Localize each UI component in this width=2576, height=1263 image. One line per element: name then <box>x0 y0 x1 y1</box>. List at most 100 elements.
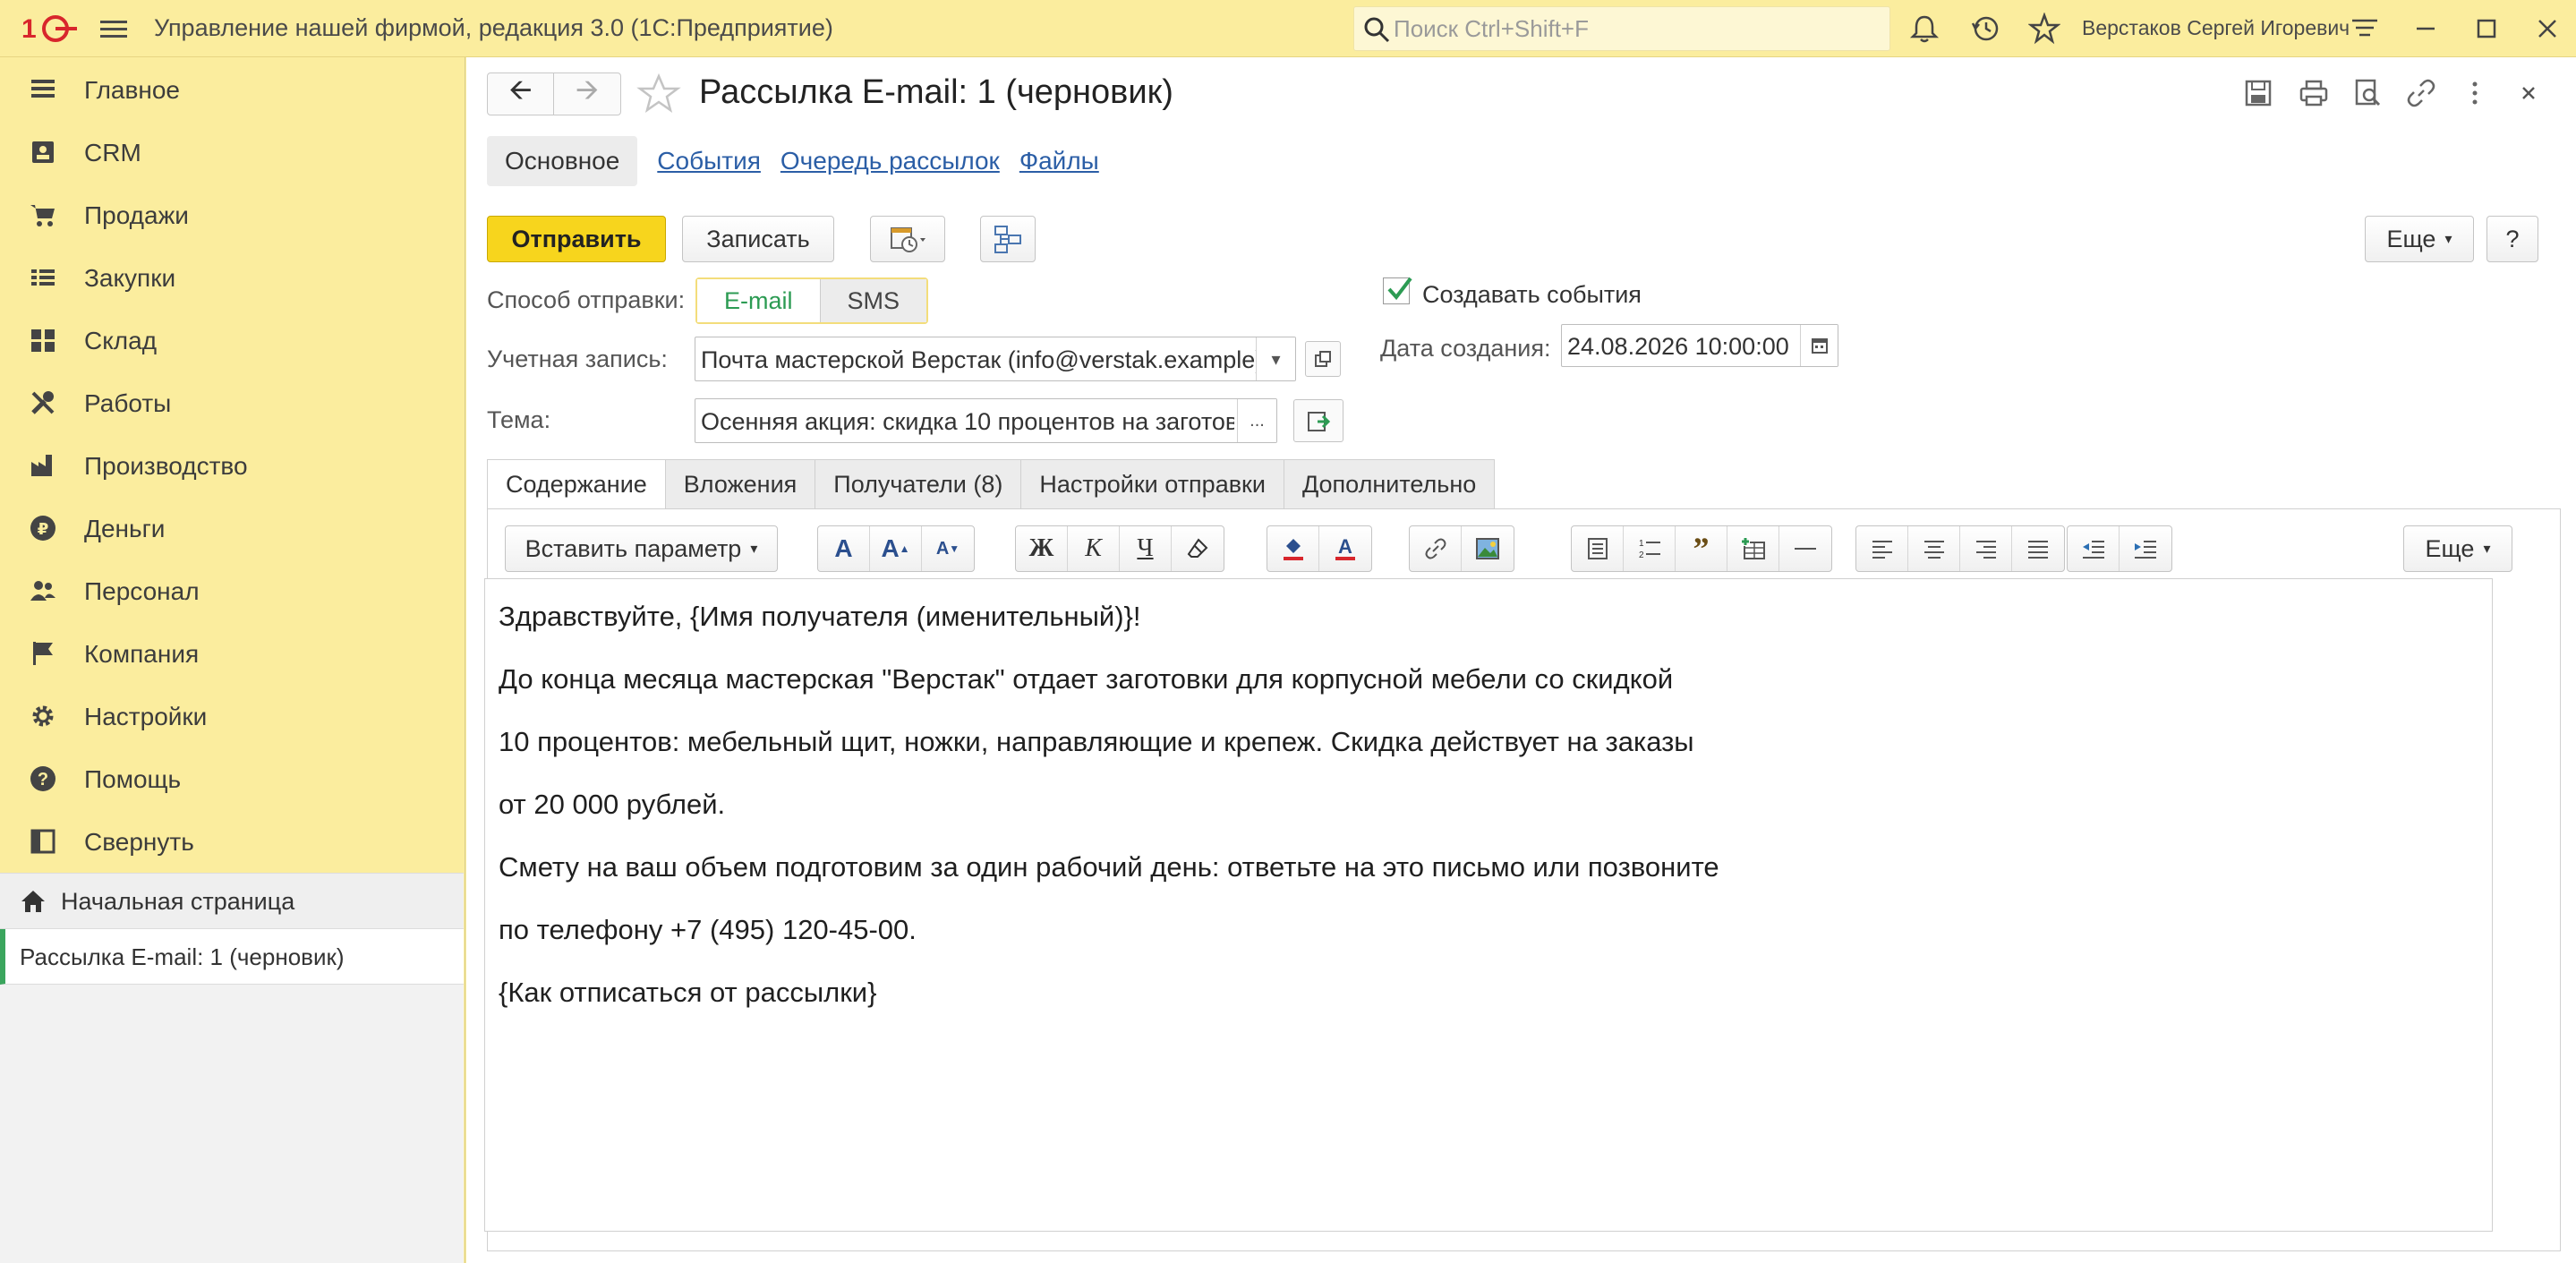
sidebar-item-sales[interactable]: Продажи <box>0 183 464 246</box>
home-icon <box>21 891 45 912</box>
highlight-color-icon[interactable] <box>1267 526 1319 571</box>
search-input[interactable] <box>1394 13 1877 45</box>
tab-attachments[interactable]: Вложения <box>664 459 816 509</box>
add-to-favorites-icon[interactable] <box>636 72 681 116</box>
tab-files[interactable]: Файлы <box>1019 147 1099 175</box>
sidebar-item-purchases[interactable]: Закупки <box>0 246 464 309</box>
horizontal-line-icon[interactable] <box>1779 526 1831 571</box>
tab-additional[interactable]: Дополнительно <box>1283 459 1496 509</box>
bold-button[interactable]: Ж <box>1016 526 1068 571</box>
clear-format-icon[interactable] <box>1172 526 1224 571</box>
insert-link-icon[interactable] <box>1410 526 1462 571</box>
main-menu-icon[interactable] <box>98 16 129 41</box>
more-vertical-icon[interactable] <box>2459 77 2491 109</box>
tab-recipients[interactable]: Получатели (8) <box>815 459 1022 509</box>
open-window-icon <box>1315 351 1331 367</box>
align-justify-icon[interactable] <box>2012 526 2064 571</box>
decrease-font-icon[interactable]: A ▼ <box>922 526 974 571</box>
fill-subject-button[interactable] <box>1293 399 1343 442</box>
dropdown-arrow-icon: ▾ <box>2483 542 2491 557</box>
color-group: A <box>1267 525 1372 572</box>
account-field[interactable]: Почта мастерской Верстак (info@verstak.e… <box>695 337 1296 381</box>
create-events-label[interactable]: Создавать события <box>1422 281 1642 309</box>
tab-mailing-queue[interactable]: Очередь рассылок <box>780 147 1000 175</box>
schedule-button[interactable] <box>870 216 945 262</box>
hierarchy-icon <box>994 226 1021 253</box>
sidebar-item-personnel[interactable]: Персонал <box>0 559 464 622</box>
numbered-list-icon[interactable]: 12 <box>1624 526 1676 571</box>
increase-indent-icon[interactable] <box>2120 526 2171 571</box>
tab-send-settings[interactable]: Настройки отправки <box>1020 459 1284 509</box>
underline-button[interactable]: Ч <box>1120 526 1172 571</box>
insert-parameter-button[interactable]: Вставить параметр ▾ <box>505 525 778 572</box>
created-date-field[interactable]: 24.08.2026 10:00:00 <box>1561 324 1838 367</box>
help-button[interactable]: ? <box>2486 216 2538 262</box>
forward-arrow-icon[interactable]: 🡪 <box>554 73 620 115</box>
increase-font-icon[interactable]: A ▲ <box>870 526 922 571</box>
create-events-checkbox[interactable] <box>1383 277 1412 304</box>
insert-table-icon[interactable] <box>1727 526 1779 571</box>
close-window-icon[interactable] <box>2531 13 2563 45</box>
history-icon[interactable] <box>1969 13 2001 45</box>
tab-content[interactable]: Содержание <box>487 459 666 509</box>
calendar-icon[interactable] <box>1800 325 1838 366</box>
maximize-icon[interactable] <box>2470 13 2503 45</box>
contacts-icon <box>32 141 54 163</box>
page-title: Рассылка E-mail: 1 (черновик) <box>699 73 1173 111</box>
insert-image-icon[interactable] <box>1462 526 1514 571</box>
structure-button[interactable] <box>980 216 1036 262</box>
user-name[interactable]: Верстаков Сергей Игоревич <box>2082 16 2350 40</box>
link-icon[interactable] <box>2405 77 2437 109</box>
sidebar-item-warehouse[interactable]: Склад <box>0 309 464 371</box>
font-icon[interactable]: A <box>818 526 870 571</box>
editor-more-button[interactable]: Еще ▾ <box>2403 525 2512 572</box>
created-date-value: 24.08.2026 10:00:00 <box>1567 333 1789 360</box>
dropdown-arrow-icon[interactable]: ▾ <box>1256 337 1295 380</box>
global-search[interactable] <box>1353 6 1890 51</box>
favorites-star-icon[interactable] <box>2028 13 2060 45</box>
sidebar-item-production[interactable]: Производство <box>0 434 464 497</box>
open-document-tab[interactable]: Рассылка E-mail: 1 (черновик) <box>0 929 464 985</box>
quote-icon[interactable]: ” <box>1676 526 1727 571</box>
settings-menu-icon[interactable] <box>2349 13 2381 45</box>
sidebar-item-help[interactable]: ? Помощь <box>0 747 464 810</box>
sidebar-item-company[interactable]: Компания <box>0 622 464 685</box>
send-button[interactable]: Отправить <box>487 216 666 262</box>
print-icon[interactable] <box>2298 77 2330 109</box>
tab-main[interactable]: Основное <box>487 136 638 186</box>
close-form-icon[interactable] <box>2512 77 2545 109</box>
sidebar-item-settings[interactable]: Настройки <box>0 685 464 747</box>
italic-button[interactable]: К <box>1068 526 1120 571</box>
more-actions-button[interactable]: Еще ▾ <box>2365 216 2474 262</box>
sidebar-item-label: Закупки <box>84 264 176 292</box>
preview-icon[interactable] <box>2351 77 2384 109</box>
send-method-email[interactable]: E-mail <box>697 279 821 322</box>
ruble-icon: ₽ <box>30 516 55 541</box>
email-body-editor[interactable]: Здравствуйте, {Имя получателя (именитель… <box>484 578 2493 1232</box>
save-icon[interactable] <box>2242 77 2274 109</box>
align-left-icon[interactable] <box>1856 526 1908 571</box>
text-color-icon[interactable]: A <box>1319 526 1371 571</box>
back-arrow-icon[interactable]: 🡨 <box>488 73 554 115</box>
align-right-icon[interactable] <box>1960 526 2012 571</box>
open-account-button[interactable] <box>1305 341 1341 377</box>
sidebar-item-main[interactable]: Главное <box>0 58 464 121</box>
sidebar-item-money[interactable]: ₽ Деньги <box>0 497 464 559</box>
tab-events[interactable]: События <box>657 147 761 175</box>
decrease-indent-icon[interactable] <box>2068 526 2120 571</box>
cart-icon <box>30 205 55 226</box>
paragraph-icon[interactable] <box>1572 526 1624 571</box>
minimize-icon[interactable] <box>2410 13 2442 45</box>
save-button[interactable]: Записать <box>682 216 834 262</box>
home-page-link[interactable]: Начальная страница <box>0 874 464 929</box>
indent-group <box>2067 525 2172 572</box>
sidebar-item-crm[interactable]: CRM <box>0 121 464 183</box>
align-center-icon[interactable] <box>1908 526 1960 571</box>
bell-icon[interactable] <box>1908 13 1941 45</box>
subject-field[interactable]: Осенняя акция: скидка 10 процентов на за… <box>695 398 1277 443</box>
send-method-switch: E-mail SMS <box>695 277 929 324</box>
subject-more-button[interactable]: ... <box>1237 399 1276 442</box>
send-method-sms[interactable]: SMS <box>820 279 927 322</box>
sidebar-item-collapse[interactable]: Свернуть <box>0 810 464 873</box>
sidebar-item-works[interactable]: Работы <box>0 371 464 434</box>
